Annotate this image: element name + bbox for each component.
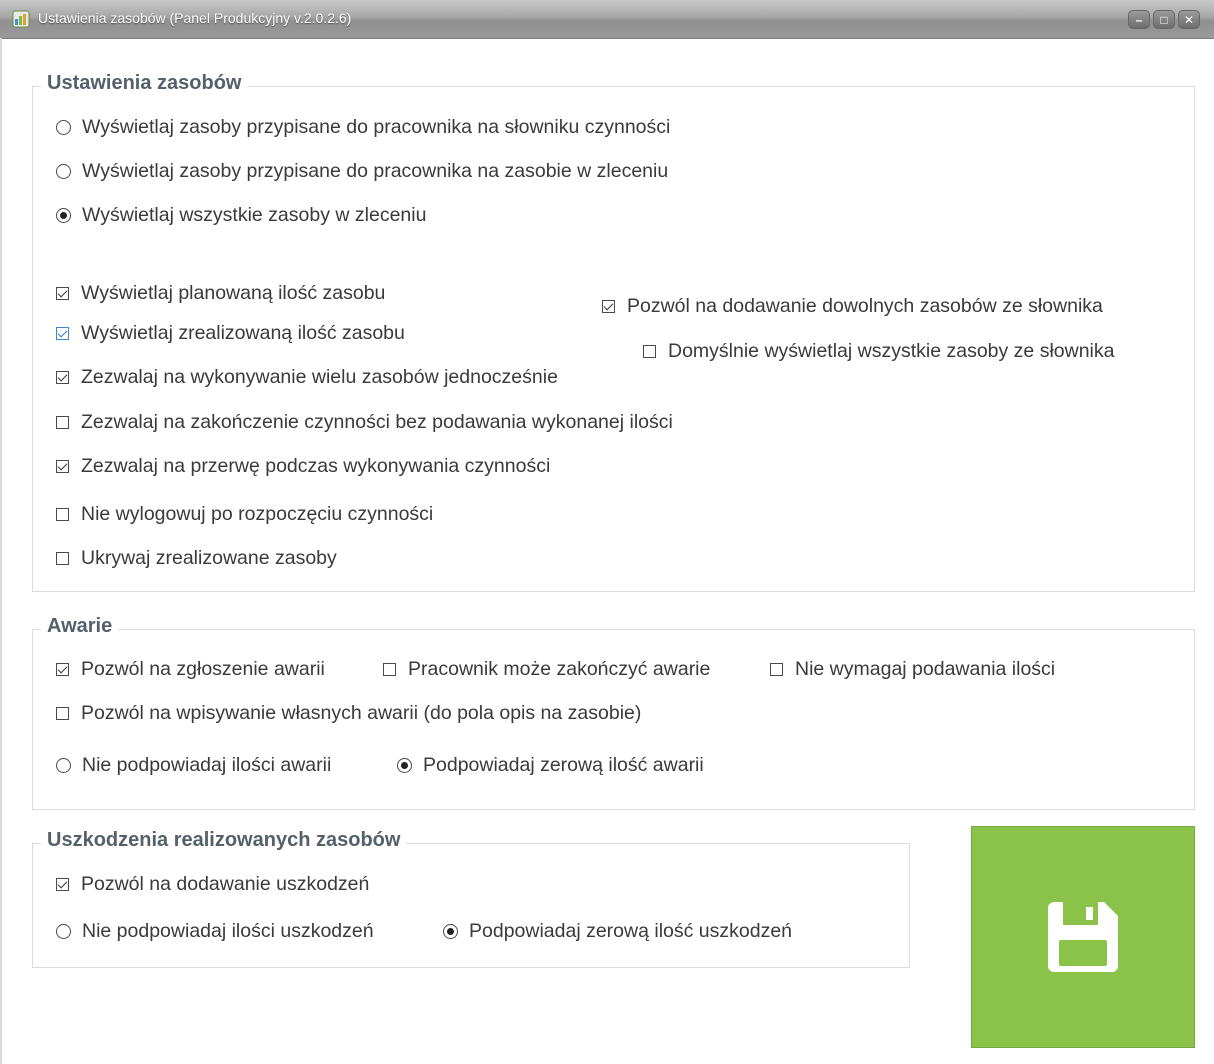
checkbox-no-logout[interactable]: Nie wylogowuj po rozpoczęciu czynności <box>56 503 433 526</box>
checkbox-icon[interactable] <box>56 878 69 891</box>
radio-zero-failure-quantity-hint[interactable]: Podpowiadaj zerową ilość awarii <box>397 754 704 777</box>
minimize-icon: – <box>1135 12 1143 27</box>
checkbox-hide-realized[interactable]: Ukrywaj zrealizowane zasoby <box>56 547 337 570</box>
minimize-button[interactable]: – <box>1128 10 1150 29</box>
radio-icon[interactable] <box>443 924 458 939</box>
maximize-button[interactable]: □ <box>1153 10 1175 29</box>
radio-option-order-resource[interactable]: Wyświetlaj zasoby przypisane do pracowni… <box>56 160 668 183</box>
checkbox-icon[interactable] <box>56 707 69 720</box>
checkbox-allow-any-dictionary-resources[interactable]: Pozwól na dodawanie dowolnych zasobów ze… <box>602 295 1103 318</box>
checkbox-show-all-dictionary-resources[interactable]: Domyślnie wyświetlaj wszystkie zasoby ze… <box>643 340 1114 363</box>
radio-label: Wyświetlaj wszystkie zasoby w zleceniu <box>82 204 427 226</box>
checkbox-planned-quantity[interactable]: Wyświetlaj planowaną ilość zasobu <box>56 282 385 305</box>
radio-label: Nie podpowiadaj ilości awarii <box>82 754 332 776</box>
checkbox-icon[interactable] <box>383 663 396 676</box>
checkbox-label: Zezwalaj na przerwę podczas wykonywania … <box>81 455 551 477</box>
radio-label: Nie podpowiadaj ilości uszkodzeń <box>82 920 374 942</box>
checkbox-label: Pozwól na dodawanie dowolnych zasobów ze… <box>627 295 1103 317</box>
radio-zero-damage-quantity-hint[interactable]: Podpowiadaj zerową ilość uszkodzeń <box>443 920 792 943</box>
radio-label: Wyświetlaj zasoby przypisane do pracowni… <box>82 116 671 138</box>
window-border <box>0 38 2 1064</box>
checkbox-icon[interactable] <box>770 663 783 676</box>
close-button[interactable]: ✕ <box>1178 10 1200 29</box>
checkbox-icon[interactable] <box>56 287 69 300</box>
radio-label: Podpowiadaj zerową ilość uszkodzeń <box>469 920 793 942</box>
damages-legend: Uszkodzenia realizowanych zasobów <box>41 829 407 852</box>
checkbox-label: Wyświetlaj zrealizowaną ilość zasobu <box>81 322 405 344</box>
checkbox-label: Domyślnie wyświetlaj wszystkie zasoby ze… <box>668 340 1115 362</box>
checkbox-icon[interactable] <box>643 345 656 358</box>
window-title: Ustawienia zasobów (Panel Produkcyjny v.… <box>38 10 352 26</box>
checkbox-report-failure[interactable]: Pozwól na zgłoszenie awarii <box>56 658 325 681</box>
radio-option-all-resources[interactable]: Wyświetlaj wszystkie zasoby w zleceniu <box>56 204 426 227</box>
save-button[interactable] <box>971 826 1195 1048</box>
checkbox-multiple-resources[interactable]: Zezwalaj na wykonywanie wielu zasobów je… <box>56 366 558 389</box>
checkbox-label: Nie wylogowuj po rozpoczęciu czynności <box>81 503 434 525</box>
floppy-disk-icon <box>1048 902 1118 972</box>
checkbox-label: Zezwalaj na zakończenie czynności bez po… <box>81 411 673 433</box>
checkbox-label: Zezwalaj na wykonywanie wielu zasobów je… <box>81 366 558 388</box>
radio-icon[interactable] <box>56 758 71 773</box>
checkbox-label: Pozwól na zgłoszenie awarii <box>81 658 325 680</box>
radio-icon[interactable] <box>56 924 71 939</box>
radio-icon[interactable] <box>56 164 71 179</box>
radio-no-failure-quantity-hint[interactable]: Nie podpowiadaj ilości awarii <box>56 754 331 777</box>
checkbox-icon[interactable] <box>56 508 69 521</box>
checkbox-no-quantity-required[interactable]: Nie wymagaj podawania ilości <box>770 658 1055 681</box>
checkbox-custom-failures[interactable]: Pozwól na wpisywanie własnych awarii (do… <box>56 702 641 725</box>
checkbox-icon[interactable] <box>56 552 69 565</box>
radio-icon[interactable] <box>56 120 71 135</box>
checkbox-label: Pozwól na dodawanie uszkodzeń <box>81 873 370 895</box>
checkbox-label: Nie wymagaj podawania ilości <box>795 658 1056 680</box>
checkbox-icon[interactable] <box>602 300 615 313</box>
maximize-icon: □ <box>1160 12 1168 27</box>
radio-icon[interactable] <box>397 758 412 773</box>
checkbox-icon[interactable] <box>56 663 69 676</box>
checkbox-icon[interactable] <box>56 371 69 384</box>
damages-group: Uszkodzenia realizowanych zasobów <box>32 829 910 968</box>
radio-label: Wyświetlaj zasoby przypisane do pracowni… <box>82 160 669 182</box>
checkbox-label: Pracownik może zakończyć awarie <box>408 658 711 680</box>
app-icon <box>12 10 30 28</box>
failures-legend: Awarie <box>41 615 119 638</box>
checkbox-icon[interactable] <box>56 460 69 473</box>
checkbox-label: Pozwól na wpisywanie własnych awarii (do… <box>81 702 642 724</box>
radio-no-damage-quantity-hint[interactable]: Nie podpowiadaj ilości uszkodzeń <box>56 920 374 943</box>
radio-icon[interactable] <box>56 208 71 223</box>
radio-label: Podpowiadaj zerową ilość awarii <box>423 754 704 776</box>
checkbox-realized-quantity[interactable]: Wyświetlaj zrealizowaną ilość zasobu <box>56 322 405 345</box>
checkbox-icon[interactable] <box>56 416 69 429</box>
checkbox-label: Wyświetlaj planowaną ilość zasobu <box>81 282 386 304</box>
checkbox-icon[interactable] <box>56 327 69 340</box>
title-bar: Ustawienia zasobów (Panel Produkcyjny v.… <box>0 0 1214 39</box>
checkbox-allow-break[interactable]: Zezwalaj na przerwę podczas wykonywania … <box>56 455 550 478</box>
checkbox-label: Ukrywaj zrealizowane zasoby <box>81 547 337 569</box>
close-icon: ✕ <box>1183 12 1195 27</box>
checkbox-finish-without-quantity[interactable]: Zezwalaj na zakończenie czynności bez po… <box>56 411 673 434</box>
resources-legend: Ustawienia zasobów <box>41 72 248 95</box>
checkbox-worker-end-failure[interactable]: Pracownik może zakończyć awarie <box>383 658 710 681</box>
radio-option-activity-dictionary[interactable]: Wyświetlaj zasoby przypisane do pracowni… <box>56 116 670 139</box>
checkbox-allow-damages[interactable]: Pozwól na dodawanie uszkodzeń <box>56 873 369 896</box>
